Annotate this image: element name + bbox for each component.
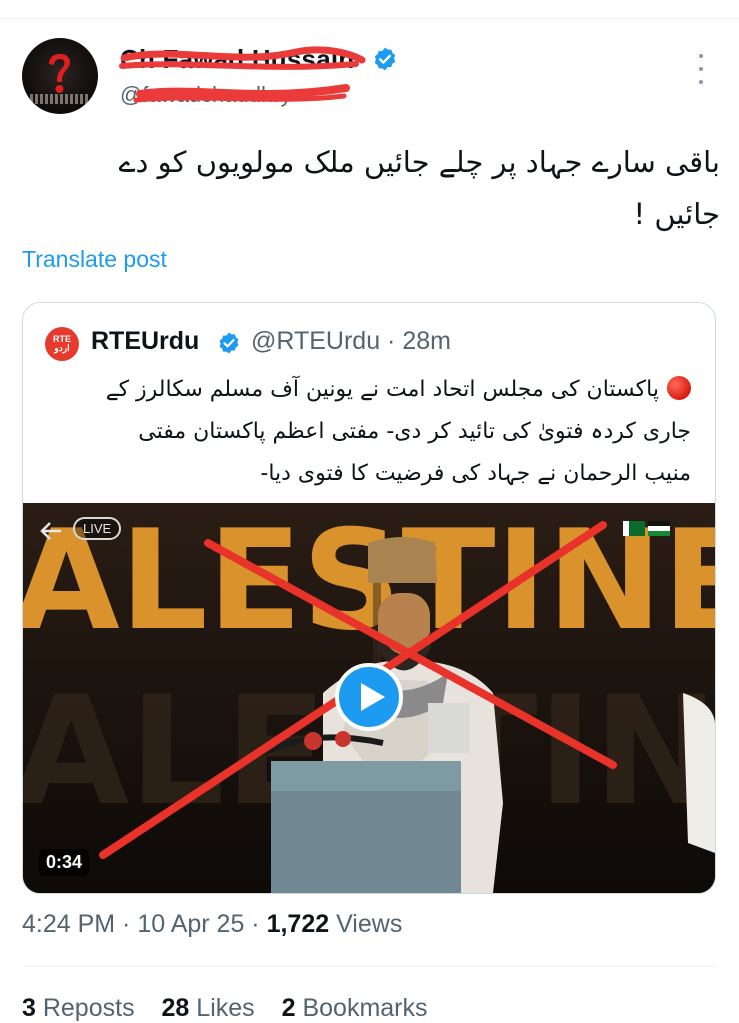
author-handle[interactable]: @fawadchaudhry	[120, 82, 292, 108]
views-label: Views	[329, 910, 403, 938]
reposts-count: 3	[22, 994, 36, 1022]
back-arrow-icon	[40, 522, 61, 540]
red-circle-emoji-icon	[667, 376, 691, 400]
stats-divider	[22, 966, 716, 967]
reposts-label: Reposts	[35, 994, 135, 1022]
author-name[interactable]: Ch Fawad Hussain	[120, 44, 354, 75]
quoted-author-name[interactable]: RTEUrdu	[91, 327, 199, 356]
rteurdu-logo: RTE اردو	[45, 327, 79, 361]
top-divider	[0, 18, 739, 19]
quoted-text-line: منیب الرحمان نے جہاد کی فرضیت کا فتوی دی…	[260, 461, 691, 486]
post-metadata: 4:24 PM · 10 Apr 25 · 1,722 Views	[22, 910, 402, 939]
bookmarks-label: Bookmarks	[295, 994, 428, 1022]
more-dot	[699, 80, 703, 84]
quoted-text-segment: پاکستان کی مجلس اتحاد امت نے یونین آف مس…	[105, 377, 659, 402]
verified-badge-icon	[374, 47, 396, 71]
likes-count: 28	[161, 994, 190, 1022]
more-dots-icon[interactable]	[690, 54, 712, 84]
author-avatar[interactable]	[22, 38, 98, 114]
post-timestamp[interactable]: 4:24 PM · 10 Apr 25 ·	[22, 910, 267, 938]
translate-post-link[interactable]: Translate post	[22, 246, 167, 273]
engagement-stats: 3 Reposts 28 Likes 2 Bookmarks	[22, 994, 448, 1023]
reposts-stat[interactable]: 3 Reposts	[22, 994, 135, 1022]
verified-badge-icon	[219, 332, 239, 354]
quoted-post-card[interactable]: RTE اردو RTEUrdu @RTEUrdu · 28m پاکستان ک…	[22, 302, 716, 894]
tweet-text: باقی سارے جہاد پر چلے جائیں ملک مولویوں …	[40, 136, 720, 240]
play-icon	[361, 683, 385, 711]
tweet-text-line: جائیں !	[633, 197, 720, 231]
more-dot	[699, 67, 703, 71]
play-button[interactable]	[335, 663, 403, 731]
likes-stat[interactable]: 28 Likes	[162, 994, 255, 1022]
bookmarks-count: 2	[281, 994, 296, 1022]
video-duration: 0:34	[39, 849, 90, 876]
quoted-handle-time[interactable]: @RTEUrdu · 28m	[251, 327, 451, 356]
video-player[interactable]: ALESTINE ALESTINE LIV	[23, 503, 715, 893]
red-question-mark-graphic	[49, 54, 70, 93]
bookmarks-stat[interactable]: 2 Bookmarks	[282, 994, 428, 1022]
live-badge: LIVE	[73, 517, 122, 540]
likes-label: Likes	[189, 994, 255, 1022]
quoted-post-text: پاکستان کی مجلس اتحاد امت نے یونین آف مس…	[45, 369, 691, 495]
views-count: 1,722	[266, 910, 330, 938]
quoted-text-line: پاکستان کی مجلس اتحاد امت نے یونین آف مس…	[45, 369, 691, 411]
more-dot	[699, 54, 703, 58]
tweet-text-line: باقی سارے جہاد پر چلے جائیں ملک مولویوں …	[118, 145, 720, 179]
quoted-text-line: جاری کردہ فتویٰ کی تائید کر دی- مفتی اعظ…	[138, 419, 691, 444]
avatar-caption-graphic	[30, 94, 90, 104]
